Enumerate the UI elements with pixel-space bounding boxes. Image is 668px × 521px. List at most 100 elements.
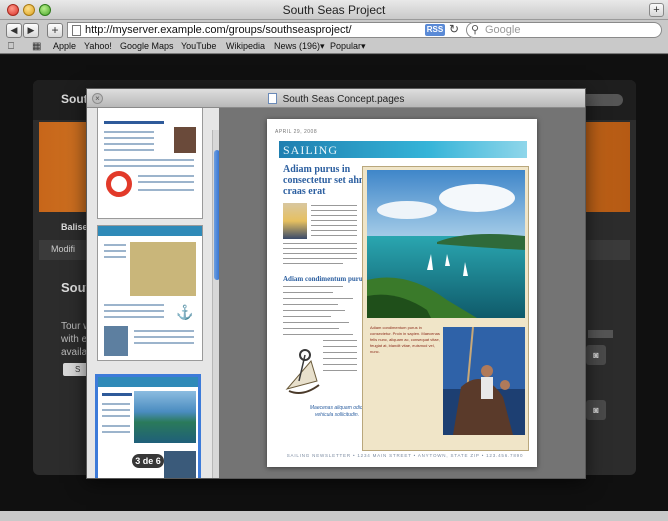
doc-pull-quote: Maecenas aliquam odio, vehicula sollicit… bbox=[309, 405, 365, 418]
doc-text bbox=[283, 253, 357, 254]
doc-masthead: SAILING bbox=[283, 143, 338, 157]
add-bookmark-button[interactable]: + bbox=[47, 23, 63, 38]
bookmark-google-maps[interactable]: Google Maps bbox=[120, 41, 174, 51]
doc-text bbox=[311, 210, 357, 211]
rss-feed-icon[interactable]: ◙ bbox=[586, 400, 606, 420]
doc-bullet bbox=[283, 304, 338, 305]
pages-document-icon bbox=[267, 93, 277, 104]
doc-text bbox=[311, 230, 357, 231]
bay-photo bbox=[367, 170, 525, 318]
quicklook-title-text: South Seas Concept.pages bbox=[282, 94, 405, 105]
doc-text bbox=[323, 340, 357, 341]
thumb-text bbox=[134, 336, 194, 338]
url-text: http://myserver.example.com/groups/south… bbox=[85, 24, 352, 36]
search-input[interactable]: ⚲ Google bbox=[466, 22, 662, 38]
doc-text bbox=[311, 205, 357, 206]
doc-text bbox=[311, 235, 357, 236]
doc-bullet bbox=[283, 316, 331, 317]
reload-icon[interactable]: ↻ bbox=[449, 22, 459, 36]
thumb-text bbox=[104, 244, 126, 246]
doc-bullet bbox=[283, 286, 343, 287]
grid-icon[interactable]: ▦ bbox=[32, 41, 41, 52]
thumb-text bbox=[102, 415, 130, 417]
doc-masthead-band: SAILING bbox=[279, 141, 527, 158]
doc-text bbox=[323, 352, 357, 353]
doc-footer: SAILING NEWSLETTER • 1234 MAIN STREET • … bbox=[286, 453, 524, 458]
modified-label: Modifi bbox=[51, 244, 76, 254]
doc-caption: Adiam condimentum purus in consectetur. … bbox=[370, 325, 440, 354]
doc-crew-photo bbox=[443, 327, 525, 435]
bookmark-popular[interactable]: Popular▾ bbox=[330, 41, 366, 52]
doc-text bbox=[283, 243, 357, 244]
doc-bullet bbox=[283, 328, 339, 329]
bookmark-apple[interactable]: Apple bbox=[53, 41, 76, 51]
quicklook-title: South Seas Concept.pages bbox=[87, 93, 585, 105]
bookmark-youtube[interactable]: YouTube bbox=[181, 41, 216, 51]
page-thumbnail[interactable]: ⚓ bbox=[97, 225, 203, 361]
rss-button[interactable]: RSS bbox=[425, 24, 445, 36]
doc-text bbox=[323, 358, 357, 359]
thumb-heading bbox=[102, 393, 132, 396]
thumbnail-scrollbar[interactable] bbox=[212, 130, 219, 478]
thumb-text bbox=[104, 250, 126, 252]
crew-photo bbox=[443, 327, 525, 435]
doc-text bbox=[283, 258, 357, 259]
doc-text bbox=[283, 334, 353, 335]
rss-feed-icon[interactable]: ◙ bbox=[586, 345, 606, 365]
doc-text bbox=[323, 346, 357, 347]
search-placeholder: Google bbox=[485, 24, 521, 36]
back-button[interactable]: ◀ bbox=[6, 23, 22, 38]
thumb-heading bbox=[104, 121, 164, 124]
toolbar-toggle-button[interactable]: + bbox=[649, 3, 664, 17]
thumb-lifebuoy bbox=[106, 171, 132, 197]
doc-text bbox=[323, 370, 357, 371]
doc-text bbox=[311, 220, 357, 221]
thumb-photo bbox=[104, 326, 128, 356]
doc-bullet bbox=[283, 322, 349, 323]
thumb-text bbox=[102, 425, 130, 427]
thumb-map bbox=[130, 242, 196, 296]
thumb-text bbox=[102, 409, 130, 411]
sextant-icon bbox=[285, 349, 320, 394]
thumb-photo bbox=[174, 127, 196, 153]
thumb-text bbox=[134, 342, 194, 344]
thumb-band bbox=[98, 377, 198, 387]
thumb-text bbox=[104, 137, 154, 139]
sextant-illustration bbox=[281, 341, 321, 399]
thumb-text bbox=[104, 304, 164, 306]
doc-main-photo bbox=[367, 170, 525, 318]
book-icon[interactable]: ⎕ bbox=[8, 41, 14, 52]
bookmark-news[interactable]: News (196)▾ bbox=[274, 41, 325, 52]
forward-button[interactable]: ▶ bbox=[23, 23, 39, 38]
site-nav-label[interactable]: Balise bbox=[61, 222, 88, 232]
thumb-text bbox=[104, 316, 164, 318]
page-icon bbox=[72, 25, 81, 36]
bookmark-wikipedia[interactable]: Wikipedia bbox=[226, 41, 265, 51]
doc-text bbox=[283, 248, 357, 249]
doc-text bbox=[283, 263, 343, 264]
side-control[interactable] bbox=[588, 330, 613, 338]
window-titlebar: South Seas Project + bbox=[0, 0, 668, 20]
anchor-icon: ⚓ bbox=[176, 304, 194, 320]
address-field[interactable]: http://myserver.example.com/groups/south… bbox=[67, 22, 471, 38]
thumb-text bbox=[102, 431, 130, 433]
quicklook-titlebar: × South Seas Concept.pages bbox=[87, 89, 585, 108]
doc-text bbox=[323, 364, 357, 365]
doc-portrait-photo bbox=[283, 203, 307, 239]
document-page: APRIL 29, 2008 SAILING Adiam purus in co… bbox=[267, 119, 537, 467]
thumb-text bbox=[104, 159, 194, 161]
thumb-text bbox=[102, 403, 130, 405]
thumb-text bbox=[104, 149, 154, 151]
thumb-text bbox=[138, 181, 194, 183]
doc-bullet bbox=[283, 292, 333, 293]
thumb-band bbox=[98, 226, 202, 236]
thumb-text bbox=[104, 310, 164, 312]
thumb-text bbox=[104, 131, 154, 133]
doc-text bbox=[311, 215, 357, 216]
thumb-text bbox=[104, 143, 154, 145]
bookmark-yahoo[interactable]: Yahoo! bbox=[84, 41, 112, 51]
bookmarks-bar: ⎕ ▦ Apple Yahoo! Google Maps YouTube Wik… bbox=[0, 40, 668, 54]
search-icon: ⚲ bbox=[471, 24, 480, 36]
page-thumbnail[interactable] bbox=[97, 108, 203, 219]
page-number-badge: 3 de 6 bbox=[132, 454, 164, 468]
